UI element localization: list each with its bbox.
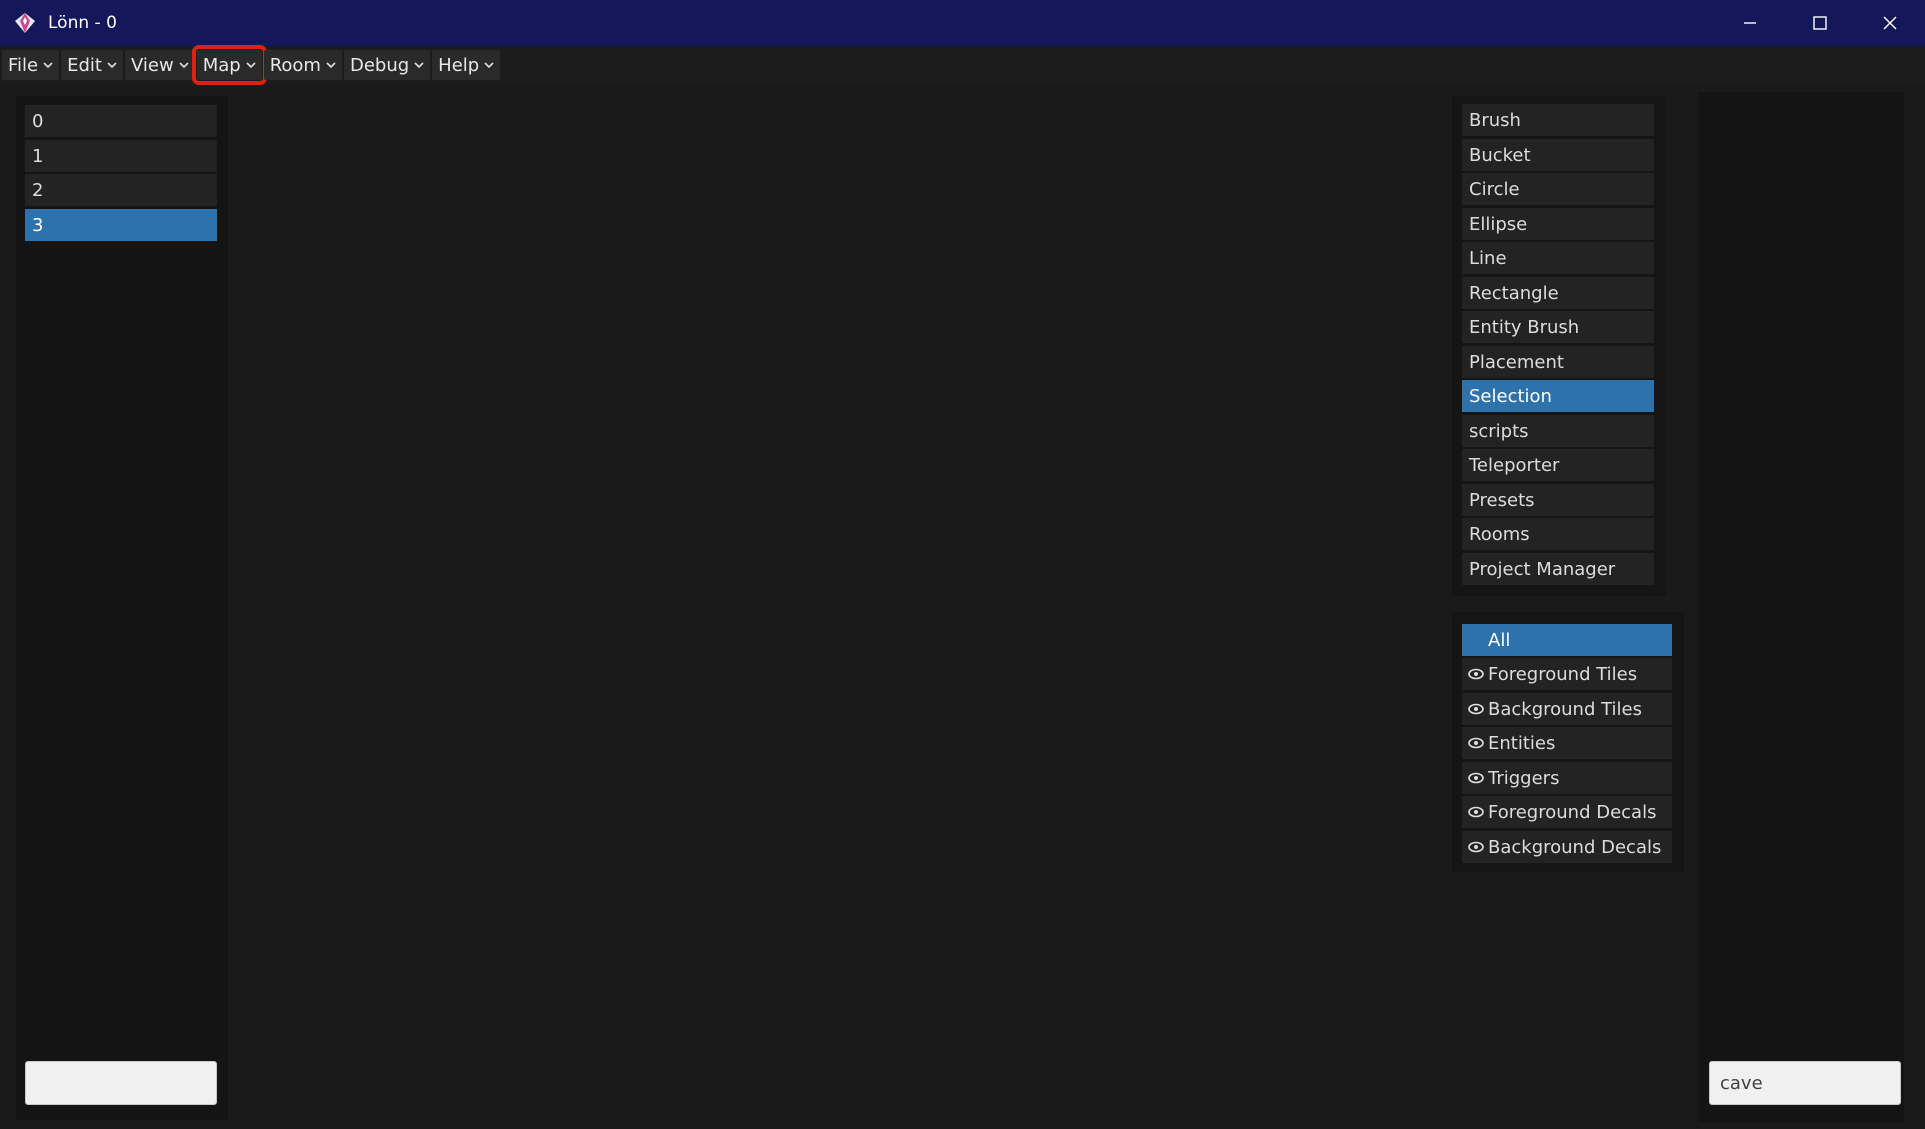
layer-item-foreground-tiles[interactable]: Foreground Tiles: [1462, 658, 1672, 690]
layer-label: Triggers: [1488, 767, 1560, 789]
maximize-button[interactable]: [1785, 0, 1855, 46]
menu-help[interactable]: Help: [432, 50, 501, 80]
menu-label: Edit: [67, 54, 102, 76]
layer-label: Background Decals: [1488, 836, 1662, 858]
chevron-down-icon: [246, 61, 256, 69]
chevron-down-icon: [484, 61, 494, 69]
layer-item-background-decals[interactable]: Background Decals: [1462, 831, 1672, 863]
tool-label: scripts: [1469, 420, 1529, 442]
title-bar: Lönn - 0: [0, 0, 1925, 46]
tool-label: Rectangle: [1469, 282, 1559, 304]
tool-label: Line: [1469, 247, 1507, 269]
chevron-down-icon: [179, 61, 189, 69]
menu-label: Help: [438, 54, 480, 76]
room-list-panel: [16, 96, 228, 1120]
room-search-input[interactable]: [25, 1061, 217, 1105]
tool-item-bucket[interactable]: Bucket: [1462, 139, 1654, 171]
minimize-icon: [1744, 22, 1756, 24]
tool-label: Circle: [1469, 178, 1520, 200]
layer-label: All: [1488, 629, 1511, 651]
tool-item-ellipse[interactable]: Ellipse: [1462, 208, 1654, 240]
layer-item-entities[interactable]: Entities: [1462, 727, 1672, 759]
maximize-icon: [1813, 16, 1827, 30]
tool-item-entity-brush[interactable]: Entity Brush: [1462, 311, 1654, 343]
chevron-down-icon: [326, 61, 336, 69]
layer-label: Background Tiles: [1488, 698, 1643, 720]
tool-label: Ellipse: [1469, 213, 1528, 235]
layer-item-foreground-decals[interactable]: Foreground Decals: [1462, 796, 1672, 828]
layer-label: Entities: [1488, 732, 1556, 754]
menu-label: Debug: [349, 54, 410, 76]
eye-icon[interactable]: [1464, 703, 1488, 715]
chevron-down-icon: [107, 61, 117, 69]
eye-icon[interactable]: [1464, 806, 1488, 818]
chevron-down-icon: [43, 61, 53, 69]
layer-label: Foreground Decals: [1488, 801, 1657, 823]
window-title: Lönn - 0: [48, 13, 117, 33]
material-search-input[interactable]: cave: [1709, 1061, 1901, 1105]
menu-label: View: [130, 54, 174, 76]
room-list-item[interactable]: 1: [25, 140, 217, 172]
minimize-button[interactable]: [1715, 0, 1785, 46]
tool-item-project-manager[interactable]: Project Manager: [1462, 553, 1654, 585]
close-button[interactable]: [1855, 0, 1925, 46]
tool-label: Presets: [1469, 489, 1535, 511]
tool-item-rooms[interactable]: Rooms: [1462, 518, 1654, 550]
eye-icon[interactable]: [1464, 841, 1488, 853]
menu-bar: File Edit View Map Room Debug Help: [0, 45, 1925, 85]
room-label: 3: [32, 214, 44, 236]
tool-label: Bucket: [1469, 144, 1531, 166]
eye-icon[interactable]: [1464, 772, 1488, 784]
menu-edit[interactable]: Edit: [61, 50, 123, 80]
menu-map[interactable]: Map: [191, 45, 267, 85]
app-logo-icon: [12, 10, 38, 36]
tool-label: Project Manager: [1469, 558, 1616, 580]
material-search-value: cave: [1720, 1072, 1763, 1094]
room-label: 1: [32, 145, 44, 167]
room-list-item[interactable]: 2: [25, 174, 217, 206]
tool-item-brush[interactable]: Brush: [1462, 104, 1654, 136]
room-list-item-selected[interactable]: 3: [25, 209, 217, 241]
eye-icon[interactable]: [1464, 668, 1488, 680]
tool-item-selection[interactable]: Selection: [1462, 380, 1654, 412]
tool-item-rectangle[interactable]: Rectangle: [1462, 277, 1654, 309]
room-label: 0: [32, 110, 44, 132]
menu-room[interactable]: Room: [263, 50, 342, 80]
tool-item-scripts[interactable]: scripts: [1462, 415, 1654, 447]
tool-label: Brush: [1469, 109, 1521, 131]
tool-label: Rooms: [1469, 523, 1530, 545]
tool-label: Entity Brush: [1469, 316, 1580, 338]
layer-item-triggers[interactable]: Triggers: [1462, 762, 1672, 794]
layer-item-background-tiles[interactable]: Background Tiles: [1462, 693, 1672, 725]
menu-view[interactable]: View: [124, 50, 195, 80]
menu-label: Map: [202, 54, 241, 76]
tool-item-placement[interactable]: Placement: [1462, 346, 1654, 378]
menu-label: Room: [269, 54, 321, 76]
close-icon: [1883, 16, 1897, 30]
layer-label: Foreground Tiles: [1488, 663, 1638, 685]
menu-label: File: [8, 54, 39, 76]
tool-label: Placement: [1469, 351, 1564, 373]
tool-label: Selection: [1469, 385, 1552, 407]
tool-label: Teleporter: [1469, 454, 1560, 476]
material-list-panel: [1698, 92, 1904, 1122]
eye-icon[interactable]: [1464, 737, 1488, 749]
menu-file[interactable]: File: [2, 50, 60, 80]
room-list-item[interactable]: 0: [25, 105, 217, 137]
chevron-down-icon: [414, 61, 424, 69]
tool-item-circle[interactable]: Circle: [1462, 173, 1654, 205]
room-label: 2: [32, 179, 44, 201]
tool-item-presets[interactable]: Presets: [1462, 484, 1654, 516]
tool-item-line[interactable]: Line: [1462, 242, 1654, 274]
tool-item-teleporter[interactable]: Teleporter: [1462, 449, 1654, 481]
layer-item-all[interactable]: All: [1462, 624, 1672, 656]
menu-debug[interactable]: Debug: [343, 50, 431, 80]
